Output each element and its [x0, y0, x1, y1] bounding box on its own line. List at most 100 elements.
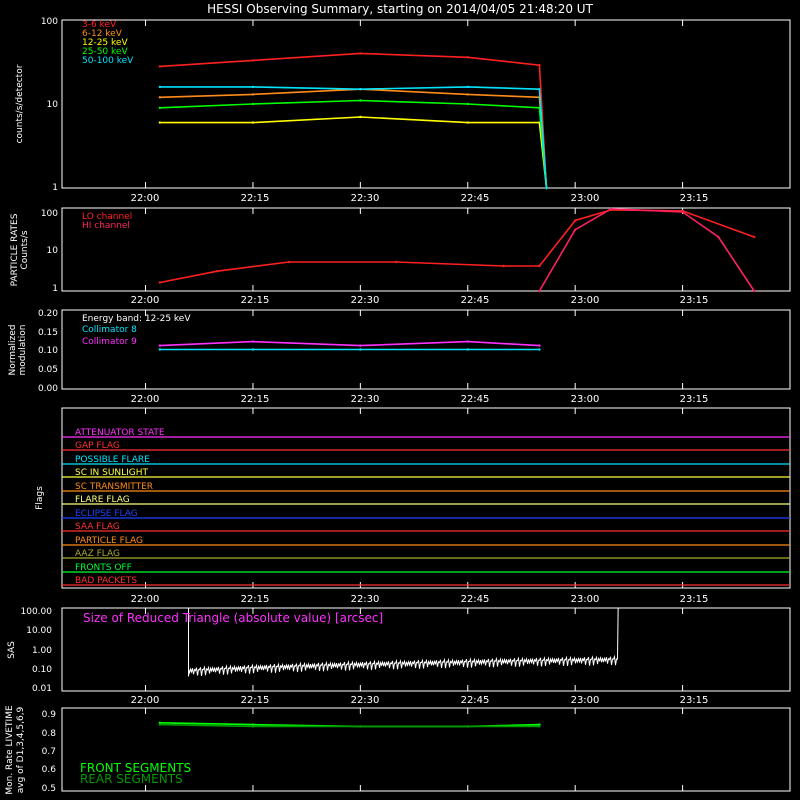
- data-point: [609, 207, 613, 211]
- rates-legend: 3-6 keV 6-12 keV 12-25 keV 25-50 keV 50-…: [82, 20, 134, 66]
- observing-summary-figure: HESSI Observing Summary, starting on 201…: [5, 2, 791, 795]
- data-point: [251, 59, 255, 62]
- mod-ytick-020: 0.20: [38, 309, 58, 319]
- modulation-panel: Normalized modulation 0.20 0.15 0.10 0.0…: [8, 309, 791, 405]
- mod-ytick-010: 0.10: [38, 346, 58, 356]
- sas-ytick-01: 0.10: [32, 665, 52, 675]
- particle-panel: PARTICLE RATES Counts/s 100 10 1 LO chan…: [10, 207, 791, 306]
- data-point: [359, 52, 362, 55]
- data-point: [502, 264, 505, 268]
- flag-label-sunlight: SC IN SUNLIGHT: [75, 468, 149, 478]
- data-point: [466, 85, 469, 89]
- data-point: [717, 235, 720, 239]
- livetime-ylabel-2: avg of D1,3,4,5,6,9: [16, 706, 26, 793]
- sas-ytick-1: 1.00: [32, 646, 52, 656]
- time-tick-2300: 23:00: [571, 295, 600, 306]
- data-point: [538, 348, 541, 351]
- legend-hi-channel: HI channel: [82, 221, 130, 231]
- data-point: [251, 725, 255, 728]
- sas-annotation: Size of Reduced Triangle (absolute value…: [83, 611, 383, 625]
- legend-rear-segments: REAR SEGMENTS: [80, 772, 183, 786]
- data-point: [287, 260, 290, 264]
- mod-ytick-000: 0.00: [38, 384, 58, 394]
- time-tick-2245: 22:45: [461, 695, 490, 706]
- rates-ytick-10: 10: [47, 100, 59, 110]
- time-tick-2215: 22:15: [241, 295, 270, 306]
- flag-label-particle: PARTICLE FLAG: [75, 536, 143, 546]
- time-tick-2230: 22:30: [351, 695, 380, 706]
- data-point: [538, 344, 541, 347]
- flag-label-gap: GAP FLAG: [75, 441, 120, 451]
- data-point: [158, 344, 162, 347]
- series-line-25-50-kev: [159, 99, 548, 189]
- figure-title: HESSI Observing Summary, starting on 201…: [207, 2, 593, 16]
- series-line-hi-channel: [538, 208, 755, 292]
- particle-frame: [61, 207, 791, 292]
- data-point: [359, 99, 362, 102]
- modulation-ylabel-2: modulation: [18, 325, 28, 376]
- data-point: [466, 93, 469, 96]
- data-point: [158, 281, 162, 284]
- time-tick-2200: 22:00: [131, 394, 160, 405]
- series-line-6-12-kev: [159, 88, 548, 189]
- rates-traces: [145, 20, 684, 190]
- livetime-ytick-08: 0.8: [42, 729, 57, 739]
- series-line-12-25-kev: [159, 116, 548, 189]
- flags-panel: Flags ATTENUATOR STATE GAP FLAG POSSIBLE…: [35, 407, 791, 605]
- time-tick-2245: 22:45: [461, 295, 490, 306]
- flag-label-bad-packets: BAD PACKETS: [75, 576, 137, 586]
- time-tick-2315: 23:15: [680, 594, 709, 605]
- data-point: [538, 88, 541, 91]
- data-point: [466, 121, 469, 124]
- sas-ylabel: SAS: [7, 641, 17, 659]
- time-tick-2315: 23:15: [680, 193, 709, 204]
- data-point: [359, 344, 362, 347]
- livetime-ylabel-1: Mon. Rate LIVETIME: [5, 705, 15, 795]
- data-point: [574, 219, 577, 222]
- legend-energy-band: Energy band: 12-25 keV: [82, 314, 191, 324]
- time-tick-2315: 23:15: [680, 695, 709, 706]
- rates-ytick-1: 1: [52, 183, 58, 193]
- legend-collimator-9: Collimator 9: [82, 337, 137, 347]
- mod-ytick-015: 0.15: [38, 328, 58, 338]
- particle-ylabel-2: Counts/s: [20, 230, 30, 269]
- data-point: [538, 289, 541, 293]
- sas-ytick-001: 0.01: [32, 684, 52, 694]
- time-tick-2315: 23:15: [680, 394, 709, 405]
- time-tick-2215: 22:15: [241, 394, 270, 405]
- time-tick-2315: 23:15: [680, 295, 709, 306]
- data-point: [251, 121, 255, 124]
- time-tick-2230: 22:30: [351, 193, 380, 204]
- time-tick-2245: 22:45: [461, 193, 490, 204]
- time-tick-2300: 23:00: [571, 394, 600, 405]
- time-tick-2300: 23:00: [571, 594, 600, 605]
- flag-label-possible-flare: POSSIBLE FLARE: [75, 455, 150, 465]
- data-point: [158, 106, 162, 110]
- data-point: [251, 85, 255, 89]
- mod-ytick-005: 0.05: [38, 365, 58, 375]
- modulation-traces: [145, 310, 684, 389]
- data-point: [753, 289, 756, 293]
- time-tick-2200: 22:00: [131, 295, 160, 306]
- livetime-panel: Mon. Rate LIVETIME avg of D1,3,4,5,6,9 0…: [5, 705, 791, 795]
- flag-label-aaz: AAZ FLAG: [75, 549, 120, 559]
- data-point: [251, 348, 255, 351]
- data-point: [466, 725, 469, 728]
- flag-label-fronts-off: FRONTS OFF: [75, 563, 132, 573]
- time-tick-2300: 23:00: [571, 193, 600, 204]
- data-point: [359, 348, 362, 351]
- time-tick-2245: 22:45: [461, 594, 490, 605]
- data-point: [574, 228, 577, 231]
- data-point: [753, 235, 756, 239]
- particle-traces: [145, 207, 756, 293]
- livetime-ytick-07: 0.7: [42, 747, 56, 757]
- rates-frame: [61, 19, 791, 189]
- data-point: [215, 270, 219, 273]
- time-tick-2230: 22:30: [351, 394, 380, 405]
- legend-50-100kev: 50-100 keV: [82, 56, 134, 66]
- rates-panel: counts/s/detector 100 10 1 3-6 keV 6-12 …: [15, 17, 791, 204]
- data-point: [538, 725, 541, 728]
- flag-labels: ATTENUATOR STATE GAP FLAG POSSIBLE FLARE…: [75, 428, 165, 586]
- data-point: [251, 102, 255, 106]
- time-tick-2230: 22:30: [351, 594, 380, 605]
